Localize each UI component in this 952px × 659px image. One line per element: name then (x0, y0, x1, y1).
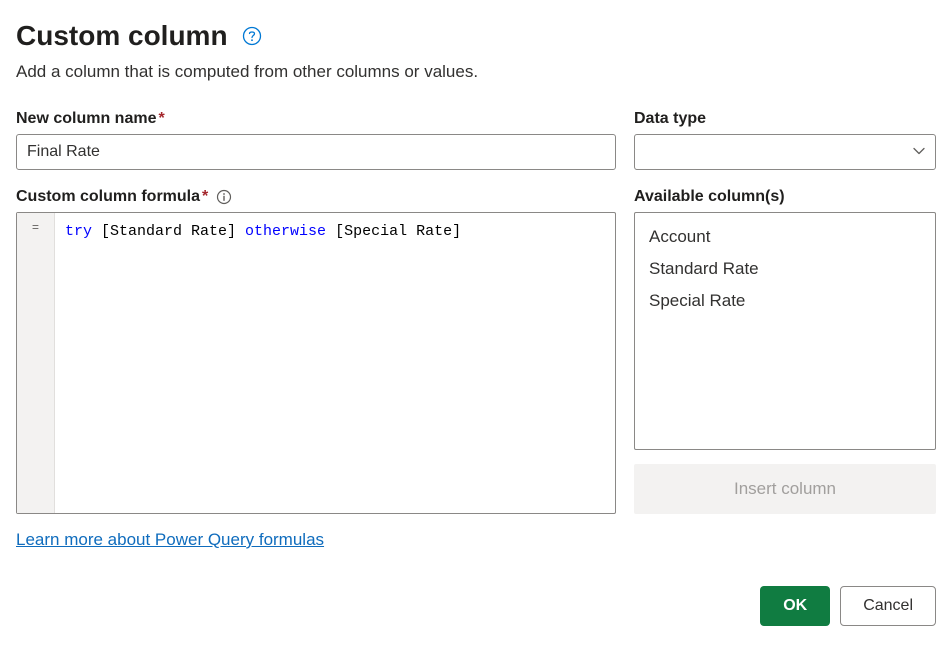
formula-gutter: = (17, 213, 55, 513)
available-columns-label: Available column(s) (634, 188, 936, 206)
formula-row: Custom column formula* = try [Standard R… (16, 188, 936, 550)
dialog-subtitle: Add a column that is computed from other… (16, 62, 936, 82)
insert-column-button[interactable]: Insert column (634, 464, 936, 514)
required-asterisk: * (202, 188, 208, 205)
data-type-select[interactable] (634, 134, 936, 170)
dialog-header: Custom column (16, 20, 936, 52)
formula-label-text: Custom column formula (16, 188, 200, 205)
info-icon[interactable] (216, 189, 232, 205)
dialog-title: Custom column (16, 20, 228, 52)
available-column-item[interactable]: Special Rate (635, 285, 935, 317)
ok-button[interactable]: OK (760, 586, 830, 626)
available-column-item[interactable]: Standard Rate (635, 253, 935, 285)
column-name-input[interactable] (16, 134, 616, 170)
cancel-button[interactable]: Cancel (840, 586, 936, 626)
available-column-item[interactable]: Account (635, 221, 935, 253)
formula-code[interactable]: try [Standard Rate] otherwise [Special R… (55, 213, 615, 513)
formula-editor[interactable]: = try [Standard Rate] otherwise [Special… (16, 212, 616, 514)
column-name-label: New column name* (16, 110, 616, 128)
help-icon[interactable] (242, 26, 262, 46)
data-type-label: Data type (634, 110, 936, 128)
column-name-label-text: New column name (16, 110, 156, 127)
formula-label: Custom column formula* (16, 188, 208, 206)
required-asterisk: * (158, 110, 164, 127)
dialog-footer: OK Cancel (16, 586, 936, 626)
available-columns-list: AccountStandard RateSpecial Rate (634, 212, 936, 450)
learn-more-link[interactable]: Learn more about Power Query formulas (16, 530, 324, 550)
top-fields-row: New column name* Data type (16, 110, 936, 170)
